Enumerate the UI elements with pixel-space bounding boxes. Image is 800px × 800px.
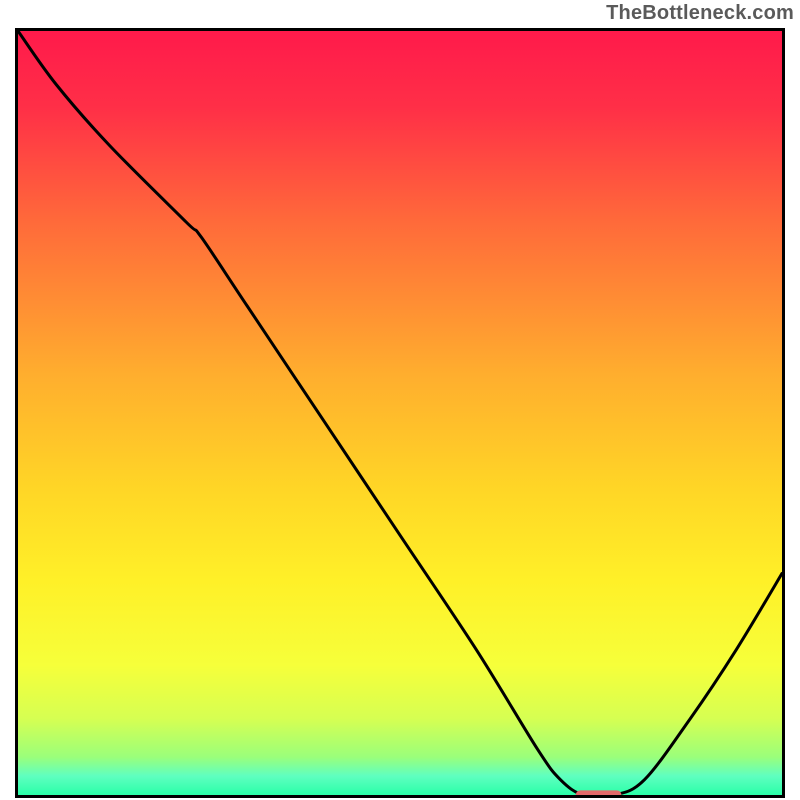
plot-area bbox=[15, 28, 785, 798]
chart-frame: TheBottleneck.com bbox=[0, 0, 800, 800]
watermark-label: TheBottleneck.com bbox=[606, 2, 794, 25]
optimal-marker bbox=[18, 31, 782, 795]
